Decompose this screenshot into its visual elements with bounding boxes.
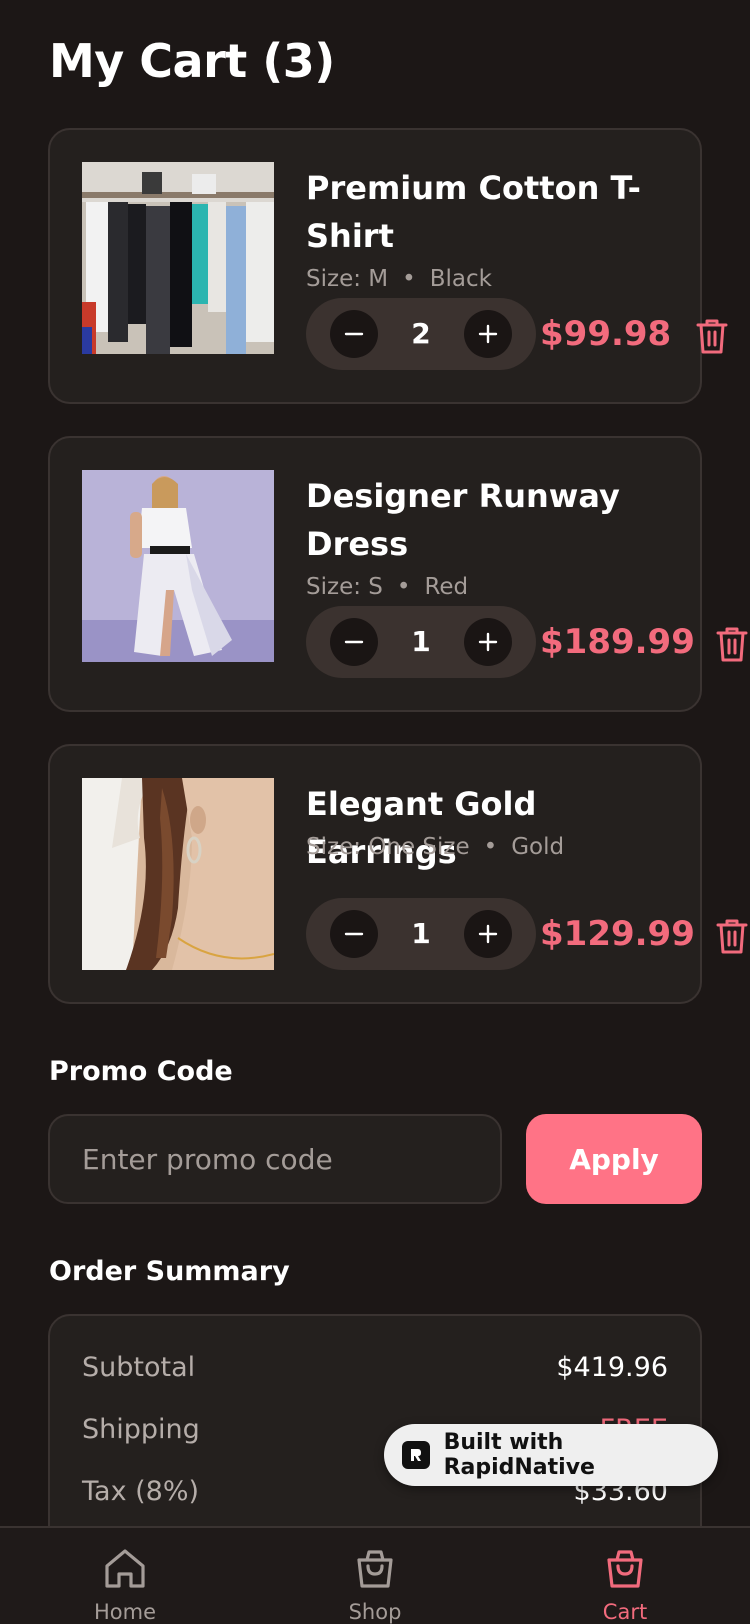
apply-promo-button[interactable]: Apply: [526, 1114, 702, 1204]
built-with-text: Built with RapidNative: [443, 1430, 595, 1480]
item-name: Premium Cotton T-Shirt: [306, 169, 641, 255]
decrease-quantity-button[interactable]: [330, 618, 378, 666]
shopping-bag-icon: [357, 1550, 393, 1588]
quantity-stepper: 2: [306, 298, 536, 370]
home-icon: [105, 1549, 145, 1588]
item-variant: Size: S • Red: [306, 574, 468, 600]
item-size: Size: One Size: [306, 834, 470, 860]
product-image-earrings[interactable]: [82, 778, 274, 970]
separator-dot: •: [402, 266, 416, 292]
plus-icon: [478, 632, 498, 652]
promo-code-heading: Promo Code: [49, 1056, 233, 1087]
trash-icon[interactable]: [714, 624, 750, 664]
tab-cart[interactable]: Cart: [545, 1528, 705, 1624]
separator-dot: •: [483, 834, 498, 860]
item-color: Gold: [511, 834, 565, 860]
decrease-quantity-button[interactable]: [330, 910, 378, 958]
product-image-tshirt[interactable]: [82, 162, 274, 354]
quantity-stepper: 1: [306, 898, 536, 970]
item-name: Designer Runway Dress: [306, 477, 620, 563]
tab-label: Shop: [348, 1600, 402, 1624]
separator-dot: •: [396, 574, 411, 600]
summary-row-subtotal: Subtotal $419.96: [82, 1352, 668, 1392]
cart-bag-icon: [607, 1550, 643, 1588]
trash-icon[interactable]: [714, 916, 750, 956]
minus-icon: [344, 332, 364, 336]
built-with-badge[interactable]: Built with RapidNative: [384, 1424, 718, 1486]
bottom-tab-bar: Home Shop Cart: [0, 1526, 750, 1624]
quantity-stepper: 1: [306, 606, 536, 678]
rapidnative-logo-icon: [402, 1441, 430, 1469]
tab-home[interactable]: Home: [45, 1528, 205, 1624]
promo-code-input[interactable]: [48, 1114, 502, 1204]
cart-item-card: Designer Runway Dress Size: S • Red 1 $189…: [48, 436, 748, 712]
item-price: $189.99: [540, 622, 695, 662]
summary-label: Shipping: [82, 1414, 200, 1445]
increase-quantity-button[interactable]: [464, 910, 512, 958]
summary-value: $419.96: [556, 1352, 668, 1383]
minus-icon: [344, 932, 364, 936]
decrease-quantity-button[interactable]: [330, 310, 378, 358]
item-variant: Size: M • Black: [306, 266, 492, 292]
plus-icon: [478, 924, 498, 944]
tab-label: Home: [93, 1600, 156, 1624]
item-variant: Size: One Size • Gold: [306, 834, 564, 860]
quantity-value: 1: [411, 917, 431, 950]
item-size: Size: S: [306, 574, 383, 600]
item-price: $129.99: [540, 914, 695, 954]
summary-label: Tax (8%): [82, 1476, 200, 1507]
increase-quantity-button[interactable]: [464, 618, 512, 666]
order-summary-heading: Order Summary: [49, 1256, 290, 1287]
tab-shop[interactable]: Shop: [295, 1528, 455, 1624]
item-name: Elegant Gold Earrings: [306, 785, 537, 871]
trash-icon[interactable]: [694, 316, 730, 356]
quantity-value: 1: [411, 625, 431, 658]
summary-label: Subtotal: [82, 1352, 196, 1383]
page-title: My Cart (3): [49, 34, 335, 88]
quantity-value: 2: [411, 317, 431, 350]
minus-icon: [344, 640, 364, 644]
item-color: Red: [424, 574, 469, 600]
cart-item-card: Premium Cotton T-Shirt Size: M • Black 2 $…: [48, 128, 728, 404]
cart-item-card: Elegant Gold Earrings Size: One Size • Gol…: [48, 744, 748, 1004]
product-image-dress[interactable]: [82, 470, 274, 662]
increase-quantity-button[interactable]: [464, 310, 512, 358]
plus-icon: [478, 324, 498, 344]
tab-label: Cart: [602, 1600, 648, 1624]
item-price: $99.98: [540, 314, 672, 354]
item-size: Size: M: [306, 266, 389, 292]
item-color: Black: [429, 266, 492, 292]
